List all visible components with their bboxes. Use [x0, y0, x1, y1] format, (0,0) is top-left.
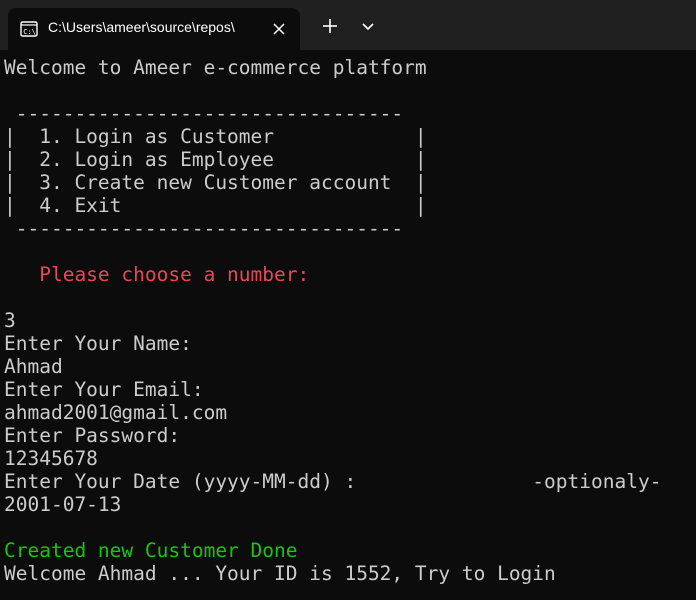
terminal-line: Welcome to Ameer e-commerce platform [4, 56, 427, 79]
terminal-line: | 1. Login as Customer | [4, 125, 427, 148]
close-icon[interactable] [270, 20, 288, 38]
title-bar: C:\ C:\Users\ameer\source\repos\ [0, 0, 696, 50]
terminal-line: | 2. Login as Employee | [4, 148, 427, 171]
terminal-line: | 4. Exit | [4, 194, 427, 217]
chevron-down-icon[interactable] [356, 14, 380, 38]
terminal-output[interactable]: Welcome to Ameer e-commerce platform ---… [0, 50, 696, 600]
terminal-line: Enter Your Date (yyyy-MM-dd) : -optional… [4, 470, 662, 493]
terminal-line: --------------------------------- [4, 217, 404, 240]
terminal-window: C:\ C:\Users\ameer\source\repos\ Welcome… [0, 0, 696, 600]
terminal-line: Ahmad [4, 355, 63, 378]
success-line: Created new Customer Done [4, 539, 298, 562]
tab-terminal[interactable]: C:\ C:\Users\ameer\source\repos\ [8, 8, 300, 50]
terminal-line: 12345678 [4, 447, 98, 470]
plus-icon[interactable] [318, 14, 342, 38]
terminal-line: Welcome Ahmad ... Your ID is 1552, Try t… [4, 562, 556, 585]
prompt-line: Please choose a number: [4, 263, 310, 286]
terminal-line: 3 [4, 309, 16, 332]
terminal-line: --------------------------------- [4, 102, 404, 125]
terminal-line: Enter Your Name: [4, 332, 192, 355]
terminal-line: Enter Your Email: [4, 378, 204, 401]
terminal-line: | 3. Create new Customer account | [4, 171, 427, 194]
terminal-line: Enter Password: [4, 424, 181, 447]
terminal-line: ahmad2001@gmail.com [4, 401, 228, 424]
terminal-line: 2001-07-13 [4, 493, 122, 516]
tab-title: C:\Users\ameer\source\repos\ [48, 19, 235, 35]
svg-text:C:\: C:\ [23, 28, 36, 36]
terminal-icon: C:\ [20, 21, 38, 37]
